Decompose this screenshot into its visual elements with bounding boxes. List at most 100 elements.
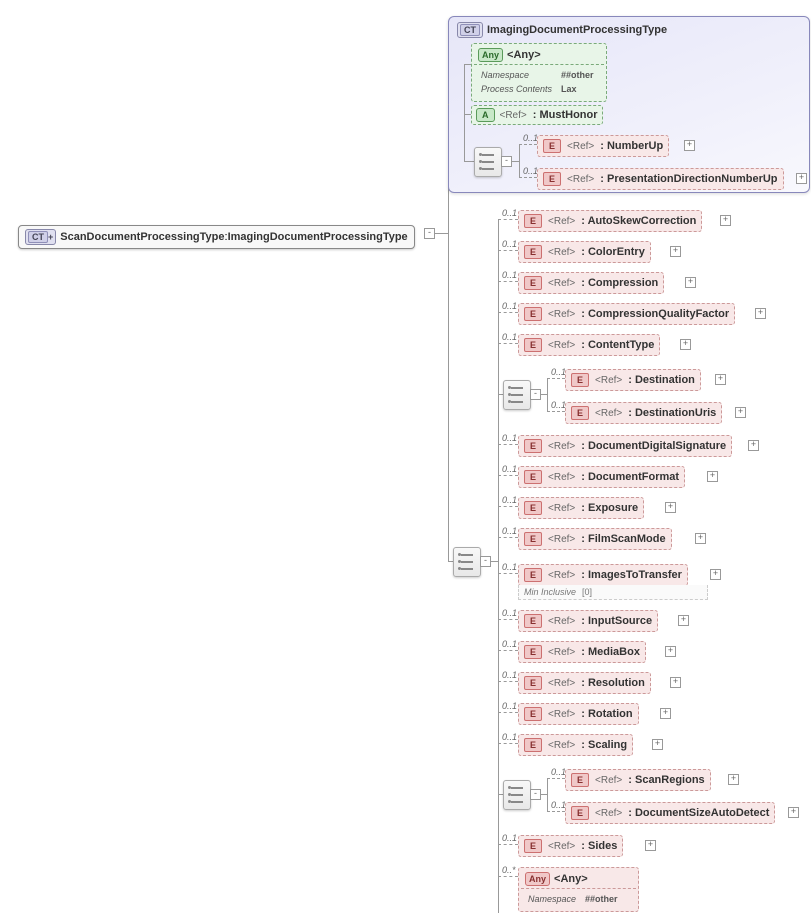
- connector: [547, 378, 548, 411]
- scaling-element[interactable]: E <Ref> : Scaling: [518, 734, 633, 756]
- color-entry-element[interactable]: E <Ref> : ColorEntry: [518, 241, 651, 263]
- expand-toggle[interactable]: +: [645, 840, 656, 851]
- any-wildcard[interactable]: Any <Any> Namespace##other Process Conte…: [471, 43, 607, 102]
- element-icon: E: [524, 676, 542, 690]
- must-honor-attribute[interactable]: A <Ref> : MustHonor: [471, 105, 603, 125]
- element-name: : ScanRegions: [628, 774, 704, 786]
- expand-toggle[interactable]: +: [660, 708, 671, 719]
- element-name: : FilmScanMode: [581, 533, 665, 545]
- connector: [464, 114, 471, 115]
- connector: [498, 876, 499, 913]
- scan-regions-element[interactable]: E <Ref> : ScanRegions: [565, 769, 711, 791]
- ref-label: <Ref>: [567, 141, 594, 152]
- connector: [464, 161, 474, 162]
- destination-uris-element[interactable]: E <Ref> : DestinationUris: [565, 402, 722, 424]
- doc-size-auto-detect-element[interactable]: E <Ref> : DocumentSizeAutoDetect: [565, 802, 775, 824]
- connector: [498, 343, 518, 344]
- expand-toggle[interactable]: +: [707, 471, 718, 482]
- ref-label: <Ref>: [500, 110, 527, 121]
- element-name: : DestinationUris: [628, 407, 716, 419]
- base-type-box: CT ImagingDocumentProcessingType Any <An…: [448, 16, 810, 193]
- element-name: : DocumentDigitalSignature: [581, 440, 726, 452]
- compression-quality-element[interactable]: E <Ref> : CompressionQualityFactor: [518, 303, 735, 325]
- expand-toggle[interactable]: +: [652, 739, 663, 750]
- rotation-element[interactable]: E <Ref> : Rotation: [518, 703, 639, 725]
- expand-toggle[interactable]: +: [788, 807, 799, 818]
- expand-toggle[interactable]: +: [710, 569, 721, 580]
- digital-signature-element[interactable]: E <Ref> : DocumentDigitalSignature: [518, 435, 732, 457]
- compression-element[interactable]: E <Ref> : Compression: [518, 272, 664, 294]
- ref-label: <Ref>: [595, 408, 622, 419]
- connector: [498, 743, 518, 744]
- destination-element[interactable]: E <Ref> : Destination: [565, 369, 701, 391]
- expand-toggle[interactable]: +: [680, 339, 691, 350]
- connector: [498, 537, 518, 538]
- dest-sequence-icon[interactable]: [503, 380, 531, 410]
- expand-toggle[interactable]: +: [678, 615, 689, 626]
- element-name: : InputSource: [581, 615, 652, 627]
- expand-toggle[interactable]: +: [755, 308, 766, 319]
- connector: [498, 444, 518, 445]
- element-name: : Exposure: [581, 502, 638, 514]
- connector: [540, 794, 547, 795]
- element-name: : ColorEntry: [581, 246, 645, 258]
- element-icon: E: [524, 276, 542, 290]
- element-icon: E: [524, 568, 542, 582]
- occurrence: 0..1: [551, 367, 566, 377]
- min-inclusive-constraint: Min Inclusive [0]: [518, 585, 708, 600]
- occurrence: 0..1: [523, 166, 538, 176]
- sides-element[interactable]: E <Ref> : Sides: [518, 835, 623, 857]
- ref-label: <Ref>: [548, 278, 575, 289]
- content-type-element[interactable]: E <Ref> : ContentType: [518, 334, 660, 356]
- expand-toggle[interactable]: +: [685, 277, 696, 288]
- film-scan-mode-element[interactable]: E <Ref> : FilmScanMode: [518, 528, 672, 550]
- any-properties: Namespace##other: [525, 891, 621, 907]
- ref-label: <Ref>: [548, 709, 575, 720]
- auto-skew-element[interactable]: E <Ref> : AutoSkewCorrection: [518, 210, 702, 232]
- document-format-element[interactable]: E <Ref> : DocumentFormat: [518, 466, 685, 488]
- bottom-any-wildcard[interactable]: Any <Any> Namespace##other: [518, 867, 639, 912]
- scan-sequence-icon[interactable]: [503, 780, 531, 810]
- expand-toggle[interactable]: +: [665, 502, 676, 513]
- element-name: : Destination: [628, 374, 695, 386]
- input-source-element[interactable]: E <Ref> : InputSource: [518, 610, 658, 632]
- ref-label: <Ref>: [595, 375, 622, 386]
- expand-toggle[interactable]: +: [670, 677, 681, 688]
- element-icon: E: [571, 373, 589, 387]
- expand-toggle[interactable]: +: [670, 246, 681, 257]
- connector: [511, 161, 519, 162]
- images-to-transfer-element[interactable]: E <Ref> : ImagesToTransfer: [518, 564, 688, 586]
- occurrence: 0..1: [502, 301, 517, 311]
- element-name: : MediaBox: [581, 646, 640, 658]
- expand-toggle[interactable]: +: [796, 173, 807, 184]
- expand-toggle[interactable]: +: [715, 374, 726, 385]
- element-name: : ImagesToTransfer: [581, 569, 682, 581]
- resolution-element[interactable]: E <Ref> : Resolution: [518, 672, 651, 694]
- media-box-element[interactable]: E <Ref> : MediaBox: [518, 641, 646, 663]
- attr-name: : MustHonor: [533, 109, 598, 121]
- expand-toggle[interactable]: +: [695, 533, 706, 544]
- presentation-direction-element[interactable]: E <Ref> : PresentationDirectionNumberUp: [537, 168, 784, 190]
- sequence-compositor-icon[interactable]: [474, 147, 502, 177]
- occurrence: 0..1: [502, 433, 517, 443]
- exposure-element[interactable]: E <Ref> : Exposure: [518, 497, 644, 519]
- expand-toggle[interactable]: +: [748, 440, 759, 451]
- element-icon: E: [571, 806, 589, 820]
- root-complex-type[interactable]: CT+ ScanDocumentProcessingType : Imaging…: [18, 225, 415, 249]
- expand-toggle[interactable]: +: [720, 215, 731, 226]
- expand-toggle[interactable]: +: [735, 407, 746, 418]
- expand-toggle[interactable]: +: [665, 646, 676, 657]
- main-sequence-icon[interactable]: [453, 547, 481, 577]
- ref-label: <Ref>: [548, 740, 575, 751]
- connector: [519, 144, 537, 145]
- number-up-element[interactable]: E <Ref> : NumberUp: [537, 135, 669, 157]
- expand-toggle[interactable]: +: [728, 774, 739, 785]
- occurrence: 0..1: [551, 400, 566, 410]
- occurrence: 0..*: [502, 865, 516, 875]
- element-name: : PresentationDirectionNumberUp: [600, 173, 777, 185]
- expand-toggle[interactable]: +: [684, 140, 695, 151]
- connector: [498, 844, 518, 845]
- connector: [448, 104, 449, 105]
- ref-label: <Ref>: [548, 570, 575, 581]
- element-name: : DocumentFormat: [581, 471, 679, 483]
